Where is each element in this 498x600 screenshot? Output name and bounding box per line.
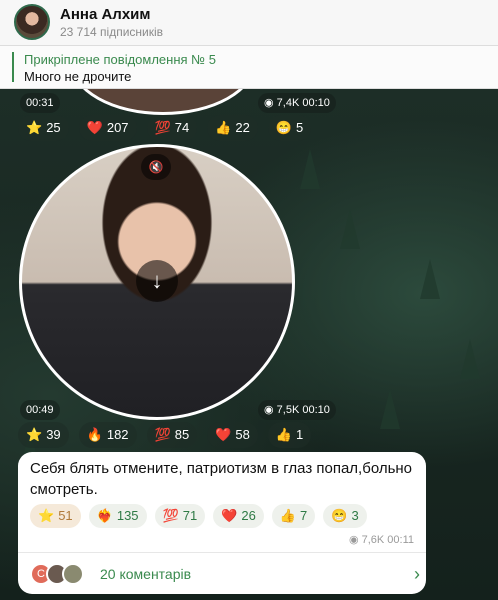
reaction-chip[interactable]: 💯 85	[146, 422, 198, 448]
reaction-chip[interactable]: ⭐ 51	[30, 504, 81, 528]
reaction-count: 3	[351, 508, 359, 523]
reaction-icon: ⭐	[38, 508, 55, 523]
reaction-icon: 💯	[154, 427, 171, 442]
background-tree	[300, 149, 320, 189]
eye-icon: ◉	[264, 97, 277, 109]
reaction-icon: 🔥	[86, 427, 103, 442]
divider	[18, 552, 426, 553]
reaction-icon: ❤️‍🔥	[96, 508, 113, 523]
reaction-chip[interactable]: ❤️ 58	[207, 422, 258, 448]
reaction-chip[interactable]: 💯 74	[146, 115, 198, 141]
reaction-count: 58	[235, 427, 250, 442]
text-message-bubble[interactable]: Себя блять отмените, патриотизм в глаз п…	[18, 452, 426, 594]
views-time-text: 7,4K 00:10	[276, 97, 330, 109]
reaction-count: 71	[182, 508, 198, 523]
video-duration: 00:49	[20, 400, 60, 420]
subscriber-count: 23 714 підписників	[60, 25, 164, 39]
background-tree	[420, 259, 440, 299]
background-tree	[380, 389, 400, 429]
reaction-count: 22	[235, 120, 250, 135]
reaction-count: 51	[58, 508, 73, 523]
reaction-count: 207	[106, 120, 129, 135]
reaction-icon: 💯	[162, 508, 179, 523]
comments-count: 20 коментарів	[100, 566, 192, 582]
reaction-chip[interactable]: ⭐ 39	[18, 422, 69, 448]
reaction-icon: ❤️	[221, 508, 238, 523]
reaction-chip[interactable]: 👍 22	[207, 115, 258, 141]
reaction-icon: 💯	[154, 120, 171, 135]
reaction-count: 5	[296, 120, 304, 135]
reaction-count: 85	[174, 427, 190, 442]
reaction-chip[interactable]: 👍 1	[267, 422, 312, 448]
reaction-count: 39	[46, 427, 61, 442]
reaction-icon: ⭐	[26, 427, 43, 442]
pinned-message-bar[interactable]: Прикріплене повідомлення № 5 Много не др…	[0, 46, 498, 89]
reaction-count: 26	[241, 508, 256, 523]
channel-header[interactable]: Анна Алхим 23 714 підписників	[0, 0, 498, 46]
reaction-icon: ❤️	[86, 120, 103, 135]
reaction-chip[interactable]: 😁 5	[267, 115, 312, 141]
view-count-time: ◉ 7,4K 00:10	[258, 93, 336, 113]
reaction-icon: 👍	[215, 120, 232, 135]
reaction-icon: 👍	[279, 508, 297, 523]
reaction-count: 182	[106, 427, 129, 442]
download-icon[interactable]: ↓	[136, 260, 178, 302]
eye-icon: ◉	[264, 404, 277, 416]
reaction-icon: 😁	[331, 508, 348, 523]
reaction-icon: 😁	[275, 120, 293, 135]
reaction-chip[interactable]: 😁 3	[323, 504, 367, 528]
eye-icon: ◉	[348, 534, 362, 546]
background-tree	[340, 209, 360, 249]
comments-button[interactable]: С 20 коментарів ›	[30, 562, 420, 588]
reaction-icon: 👍	[275, 427, 293, 442]
channel-avatar[interactable]	[14, 4, 50, 40]
reaction-chip[interactable]: ❤️‍🔥 135	[88, 504, 147, 528]
video-duration: 00:31	[20, 93, 60, 113]
reaction-count: 1	[296, 427, 304, 442]
view-count-time: ◉ 7,6K 00:11	[349, 533, 414, 546]
reaction-count: 74	[174, 120, 190, 135]
message-text: Себя блять отмените, патриотизм в глаз п…	[30, 460, 413, 498]
reactions-row: ⭐ 25 ❤️ 207 💯 74 👍 22 😁 5	[18, 115, 312, 141]
reaction-icon: ❤️	[215, 427, 232, 442]
background-tree	[460, 339, 480, 379]
mute-icon[interactable]: 🔇	[141, 154, 171, 180]
reactions-row: ⭐ 51 ❤️‍🔥 135 💯 71 ❤️ 26 👍 7 😁 3	[30, 504, 367, 528]
view-count-time: ◉ 7,5K 00:10	[258, 400, 336, 420]
reaction-count: 25	[46, 120, 61, 135]
chevron-right-icon: ›	[414, 564, 420, 584]
reaction-count: 135	[116, 508, 139, 523]
reaction-icon: ⭐	[26, 120, 43, 135]
message-feed[interactable]: 00:31 ◉ 7,4K 00:10 ⭐ 25 ❤️ 207 💯 74 👍 22 😁 5 🔇 ↓ …	[0, 89, 498, 600]
reaction-chip[interactable]: ❤️ 207	[78, 115, 137, 141]
channel-name: Анна Алхим	[60, 6, 151, 23]
reactions-row: ⭐ 39 🔥 182 💯 85 ❤️ 58 👍 1	[18, 422, 312, 448]
pinned-title: Прикріплене повідомлення № 5	[24, 52, 216, 67]
round-video-message[interactable]	[70, 89, 256, 115]
pinned-indicator	[12, 52, 14, 82]
reaction-chip[interactable]: 👍 7	[271, 504, 316, 528]
pinned-text: Много не дрочите	[24, 69, 132, 84]
reaction-chip[interactable]: 💯 71	[154, 504, 206, 528]
reaction-chip[interactable]: ❤️ 26	[213, 504, 264, 528]
reaction-chip[interactable]: ⭐ 25	[18, 115, 69, 141]
commenter-avatar	[62, 563, 84, 585]
reaction-chip[interactable]: 🔥 182	[78, 422, 137, 448]
views-time-text: 7,6K 00:11	[361, 534, 414, 546]
views-time-text: 7,5K 00:10	[276, 404, 330, 416]
reaction-count: 7	[300, 508, 308, 523]
